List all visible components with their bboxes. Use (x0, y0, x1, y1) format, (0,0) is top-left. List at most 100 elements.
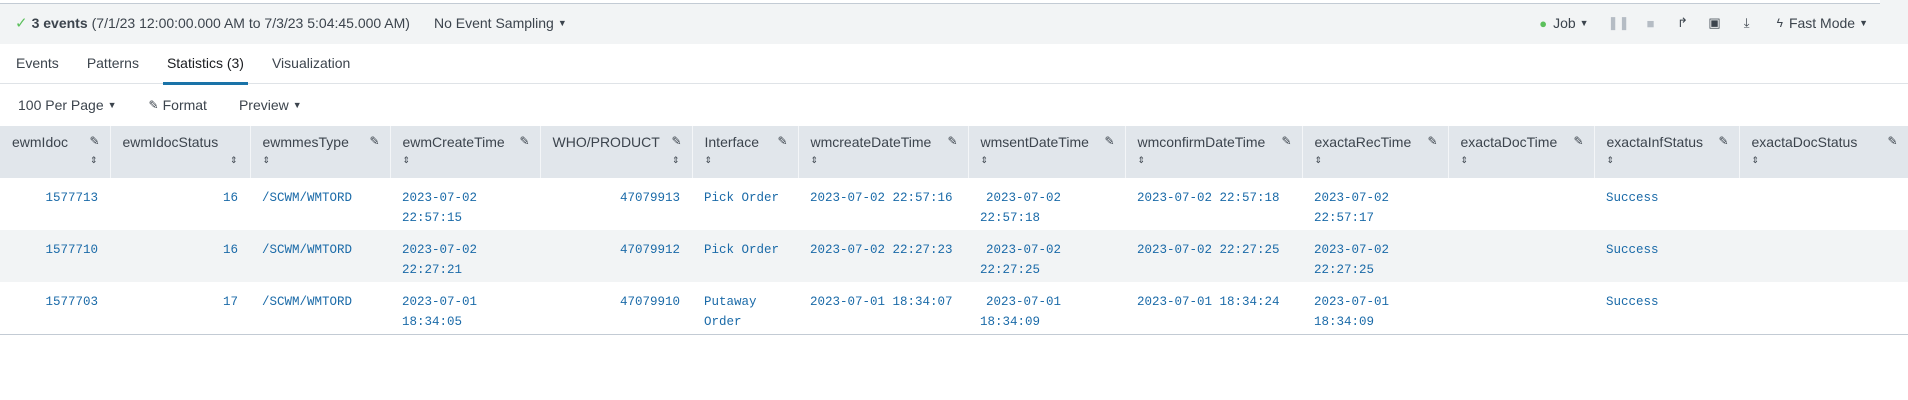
pencil-icon[interactable]: ✎ (1104, 134, 1114, 148)
sort-icon[interactable]: ⇕ (553, 156, 680, 165)
caret-down-icon: ▼ (107, 100, 117, 110)
cell-exacta-doc-time[interactable] (1448, 178, 1594, 230)
table-header-row: ewmIdoc ✎ ⇕ ewmIdocStatus ⇕ ewmmesType ✎ ⇕ ew… (0, 126, 1908, 178)
cell-who-product[interactable]: 47079913 (540, 178, 692, 230)
sort-icon[interactable]: ⇕ (981, 156, 1113, 165)
column-header[interactable]: exactaInfStatus ✎ ⇕ (1594, 126, 1740, 178)
format-button[interactable]: ✎ Format (149, 97, 207, 113)
cell-wmsent-datetime[interactable]: 2023-07-02 22:27:25 (968, 230, 1125, 282)
pencil-icon[interactable]: ✎ (671, 134, 681, 148)
pencil-icon[interactable]: ✎ (519, 134, 529, 148)
cell-ewmmes-type[interactable]: /SCWM/WMTORD (250, 282, 390, 335)
download-icon[interactable]: ⤓ (1731, 15, 1763, 31)
cell-ewmidoc[interactable]: 1577713 (0, 178, 110, 230)
sort-icon[interactable]: ⇕ (123, 156, 238, 165)
column-header[interactable]: Interface ✎ ⇕ (692, 126, 799, 178)
cell-exacta-doc-time[interactable] (1448, 282, 1594, 335)
column-header[interactable]: ewmIdocStatus ⇕ (110, 126, 251, 178)
cell-wmsent-datetime[interactable]: 2023-07-02 22:57:18 (968, 178, 1125, 230)
sort-icon[interactable]: ⇕ (1315, 156, 1436, 165)
cell-exacta-inf-status[interactable]: Success (1594, 230, 1739, 282)
cell-exacta-doc-status[interactable] (1739, 178, 1908, 230)
column-header[interactable]: ewmCreateTime ✎ ⇕ (390, 126, 541, 178)
cell-ewmmes-type[interactable]: /SCWM/WMTORD (250, 178, 390, 230)
tab-events[interactable]: Events (16, 44, 59, 84)
pencil-icon[interactable]: ✎ (1718, 134, 1728, 148)
column-header[interactable]: ewmmesType ✎ ⇕ (250, 126, 391, 178)
cell-ewm-create-time[interactable]: 2023-07-02 22:27:21 (390, 230, 540, 282)
cell-exacta-inf-status[interactable]: Success (1594, 178, 1739, 230)
preview-label: Preview (238, 97, 289, 113)
pencil-icon[interactable]: ✎ (1427, 134, 1437, 148)
sort-icon[interactable]: ⇕ (12, 156, 98, 165)
column-header[interactable]: WHO/PRODUCT ✎ ⇕ (540, 126, 693, 178)
column-header[interactable]: ewmIdoc ✎ ⇕ (0, 126, 111, 178)
cell-wmsent-datetime[interactable]: 2023-07-01 18:34:09 (968, 282, 1125, 335)
search-mode-dropdown[interactable]: ϟ Fast Mode ▼ (1777, 15, 1868, 31)
sort-icon[interactable]: ⇕ (403, 156, 528, 165)
cell-line: 22:27:25 (980, 263, 1041, 277)
cell-ewm-create-time[interactable]: 2023-07-01 18:34:05 (390, 282, 540, 335)
column-header-label: Interface (704, 134, 759, 150)
cell-interface[interactable]: Putaway Order (692, 282, 798, 335)
stop-icon[interactable]: ■ (1635, 16, 1667, 31)
cell-ewmidoc-status[interactable]: 17 (110, 282, 250, 335)
cell-exacta-inf-status[interactable]: Success (1594, 282, 1739, 335)
cell-interface[interactable]: Pick Order (692, 178, 798, 230)
cell-ewmidoc-status[interactable]: 16 (110, 178, 250, 230)
job-label: Job (1553, 15, 1576, 31)
pencil-icon[interactable]: ✎ (777, 134, 787, 148)
sort-icon[interactable]: ⇕ (811, 156, 956, 165)
sort-icon[interactable]: ⇕ (1138, 156, 1290, 165)
pencil-icon[interactable]: ✎ (369, 134, 379, 148)
tab-patterns[interactable]: Patterns (87, 44, 139, 84)
sort-icon[interactable]: ⇕ (263, 156, 378, 165)
cell-exacta-doc-status[interactable] (1739, 282, 1908, 335)
cell-ewmidoc[interactable]: 1577703 (0, 282, 110, 335)
per-page-dropdown[interactable]: 100 Per Page ▼ (18, 97, 117, 113)
column-header[interactable]: exactaDocStatus ✎ ⇕ (1739, 126, 1908, 178)
column-header[interactable]: wmcreateDateTime ✎ ⇕ (798, 126, 969, 178)
results-tabs: Events Patterns Statistics (3) Visualiza… (0, 44, 1908, 85)
column-header[interactable]: wmsentDateTime ✎ ⇕ (968, 126, 1126, 178)
column-header[interactable]: exactaRecTime ✎ ⇕ (1302, 126, 1449, 178)
cell-ewmmes-type[interactable]: /SCWM/WMTORD (250, 230, 390, 282)
column-header[interactable]: exactaDocTime ✎ ⇕ (1448, 126, 1595, 178)
preview-dropdown[interactable]: Preview ▼ (239, 97, 302, 113)
cell-wmconfirm-datetime[interactable]: 2023-07-02 22:27:25 (1125, 230, 1302, 282)
cell-exacta-doc-status[interactable] (1739, 230, 1908, 282)
pencil-icon[interactable]: ✎ (947, 134, 957, 148)
cell-exacta-rec-time[interactable]: 2023-07-01 18:34:09 (1302, 282, 1448, 335)
sort-icon[interactable]: ⇕ (1607, 156, 1727, 165)
column-header[interactable]: wmconfirmDateTime ✎ ⇕ (1125, 126, 1303, 178)
pencil-icon[interactable]: ✎ (1887, 134, 1897, 148)
job-menu[interactable]: ● Job ▼ (1539, 15, 1588, 31)
cell-line: 2023-07-02 (1314, 191, 1390, 205)
pencil-icon[interactable]: ✎ (1281, 134, 1291, 148)
cell-wmconfirm-datetime[interactable]: 2023-07-01 18:34:24 (1125, 282, 1302, 335)
event-sampling-dropdown[interactable]: No Event Sampling ▼ (434, 15, 567, 31)
cell-exacta-rec-time[interactable]: 2023-07-02 22:27:25 (1302, 230, 1448, 282)
tab-statistics[interactable]: Statistics (3) (162, 44, 248, 85)
cell-who-product[interactable]: 47079910 (540, 282, 692, 335)
cell-wmcreate-datetime[interactable]: 2023-07-02 22:57:16 (798, 178, 968, 230)
sort-icon[interactable]: ⇕ (1752, 156, 1896, 165)
pencil-icon[interactable]: ✎ (1573, 134, 1583, 148)
cell-interface[interactable]: Pick Order (692, 230, 798, 282)
sort-icon[interactable]: ⇕ (705, 156, 786, 165)
tab-visualization[interactable]: Visualization (272, 44, 350, 84)
cell-exacta-rec-time[interactable]: 2023-07-02 22:57:17 (1302, 178, 1448, 230)
cell-who-product[interactable]: 47079912 (540, 230, 692, 282)
cell-ewm-create-time[interactable]: 2023-07-02 22:57:15 (390, 178, 540, 230)
share-icon[interactable]: ↱ (1667, 15, 1699, 31)
cell-ewmidoc[interactable]: 1577710 (0, 230, 110, 282)
cell-wmconfirm-datetime[interactable]: 2023-07-02 22:57:18 (1125, 178, 1302, 230)
pencil-icon[interactable]: ✎ (89, 134, 99, 148)
print-icon[interactable]: ▣ (1699, 15, 1731, 31)
cell-wmcreate-datetime[interactable]: 2023-07-01 18:34:07 (798, 282, 968, 335)
cell-wmcreate-datetime[interactable]: 2023-07-02 22:27:23 (798, 230, 968, 282)
sort-icon[interactable]: ⇕ (1461, 156, 1582, 165)
cell-exacta-doc-time[interactable] (1448, 230, 1594, 282)
pause-icon[interactable]: ❚❚ (1603, 15, 1635, 31)
cell-ewmidoc-status[interactable]: 16 (110, 230, 250, 282)
